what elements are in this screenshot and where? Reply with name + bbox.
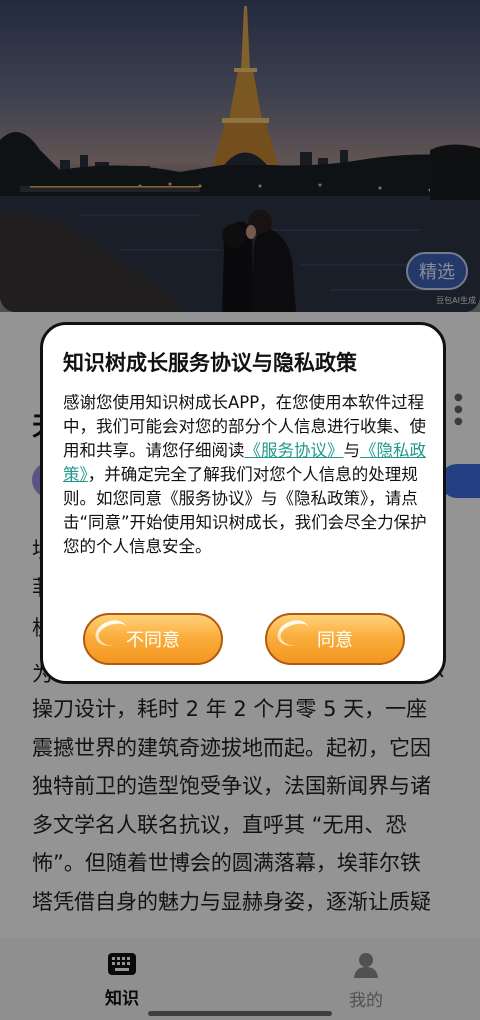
dialog-text: ，并确定完全了解我们对您个人信息的处理规则。如您同意《服务协议》与《隐私政策》，… bbox=[63, 465, 427, 556]
disagree-button[interactable]: 不同意 bbox=[83, 613, 223, 665]
dialog-text: 与 bbox=[343, 441, 361, 460]
agree-label: 同意 bbox=[317, 630, 353, 651]
dialog-title: 知识树成长服务协议与隐私政策 bbox=[63, 351, 357, 375]
privacy-dialog: 知识树成长服务协议与隐私政策 感谢您使用知识树成长APP，在您使用本软件过程中，… bbox=[40, 322, 446, 684]
service-agreement-link[interactable]: 《服务协议》 bbox=[245, 441, 344, 460]
button-shine bbox=[273, 616, 314, 650]
dialog-body: 感谢您使用知识树成长APP，在您使用本软件过程中，我们可能会对您的部分个人信息进… bbox=[63, 391, 429, 559]
disagree-label: 不同意 bbox=[126, 630, 180, 651]
agree-button[interactable]: 同意 bbox=[265, 613, 405, 665]
